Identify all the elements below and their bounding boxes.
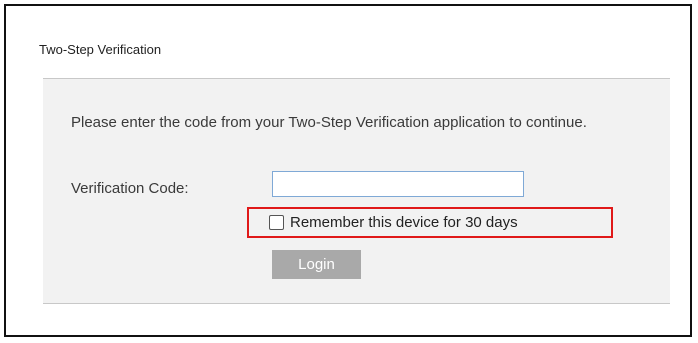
login-button[interactable]: Login bbox=[272, 250, 361, 279]
verification-code-input[interactable] bbox=[272, 171, 524, 197]
verification-code-label: Verification Code: bbox=[71, 180, 189, 197]
remember-device-checkbox[interactable] bbox=[269, 215, 284, 230]
two-step-verification-window: Two-Step Verification Please enter the c… bbox=[4, 4, 692, 337]
dialog-title: Two-Step Verification bbox=[39, 42, 162, 57]
remember-device-highlight: Remember this device for 30 days bbox=[247, 207, 613, 238]
instructions-text: Please enter the code from your Two-Step… bbox=[71, 114, 587, 131]
verification-panel: Please enter the code from your Two-Step… bbox=[43, 78, 670, 304]
remember-device-label[interactable]: Remember this device for 30 days bbox=[290, 214, 518, 231]
